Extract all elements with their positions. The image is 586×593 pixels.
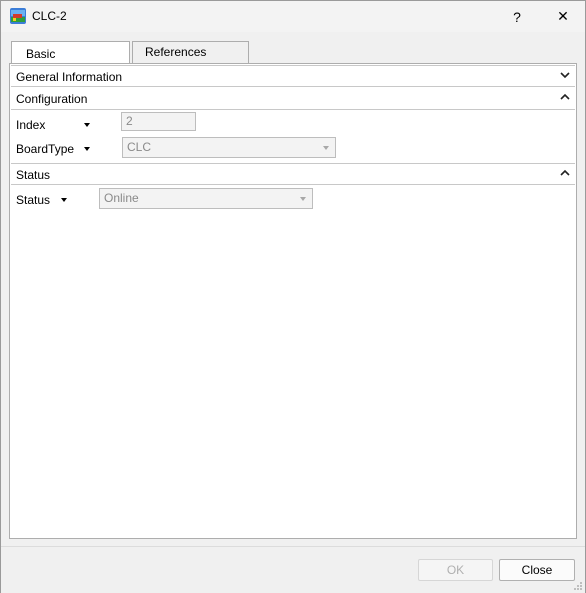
section-label: Configuration: [16, 92, 88, 106]
chevron-up-icon[interactable]: [560, 168, 570, 178]
section-configuration[interactable]: Configuration: [11, 88, 575, 110]
index-label: Index: [16, 118, 46, 132]
app-icon: [10, 8, 26, 24]
dialog-window: CLC-2 ? ✕ Basic References General Infor…: [0, 0, 586, 593]
tab-content-panel: General Information Configuration Index …: [9, 63, 577, 539]
status-select[interactable]: Online: [99, 188, 313, 209]
status-value: Online: [104, 191, 139, 205]
section-status[interactable]: Status: [11, 163, 575, 185]
boardtype-label: BoardType: [16, 142, 75, 156]
ok-button[interactable]: OK: [418, 559, 493, 581]
dialog-footer: OK Close: [1, 546, 585, 593]
resize-grip-icon[interactable]: [573, 581, 583, 591]
status-label: Status: [16, 193, 51, 207]
chevron-up-icon[interactable]: [560, 92, 570, 102]
title-bar: CLC-2 ? ✕: [1, 1, 585, 32]
index-dropdown-icon[interactable]: [84, 123, 90, 127]
window-title: CLC-2: [32, 9, 67, 23]
chevron-down-icon: [323, 146, 329, 150]
boardtype-select[interactable]: CLC: [122, 137, 336, 158]
status-dropdown-icon[interactable]: [61, 198, 67, 202]
close-button[interactable]: Close: [499, 559, 575, 581]
boardtype-dropdown-icon[interactable]: [84, 147, 90, 151]
tab-references[interactable]: References: [132, 41, 249, 63]
chevron-down-icon: [300, 197, 306, 201]
help-button[interactable]: ?: [495, 1, 539, 32]
boardtype-value: CLC: [127, 140, 152, 154]
section-label: General Information: [16, 70, 123, 84]
chevron-down-icon[interactable]: [560, 70, 570, 80]
section-label: Status: [16, 168, 51, 182]
section-general-information[interactable]: General Information: [11, 65, 575, 87]
window-close-button[interactable]: ✕: [541, 1, 585, 32]
index-field[interactable]: 2: [121, 112, 196, 131]
tab-basic[interactable]: Basic: [11, 41, 130, 64]
